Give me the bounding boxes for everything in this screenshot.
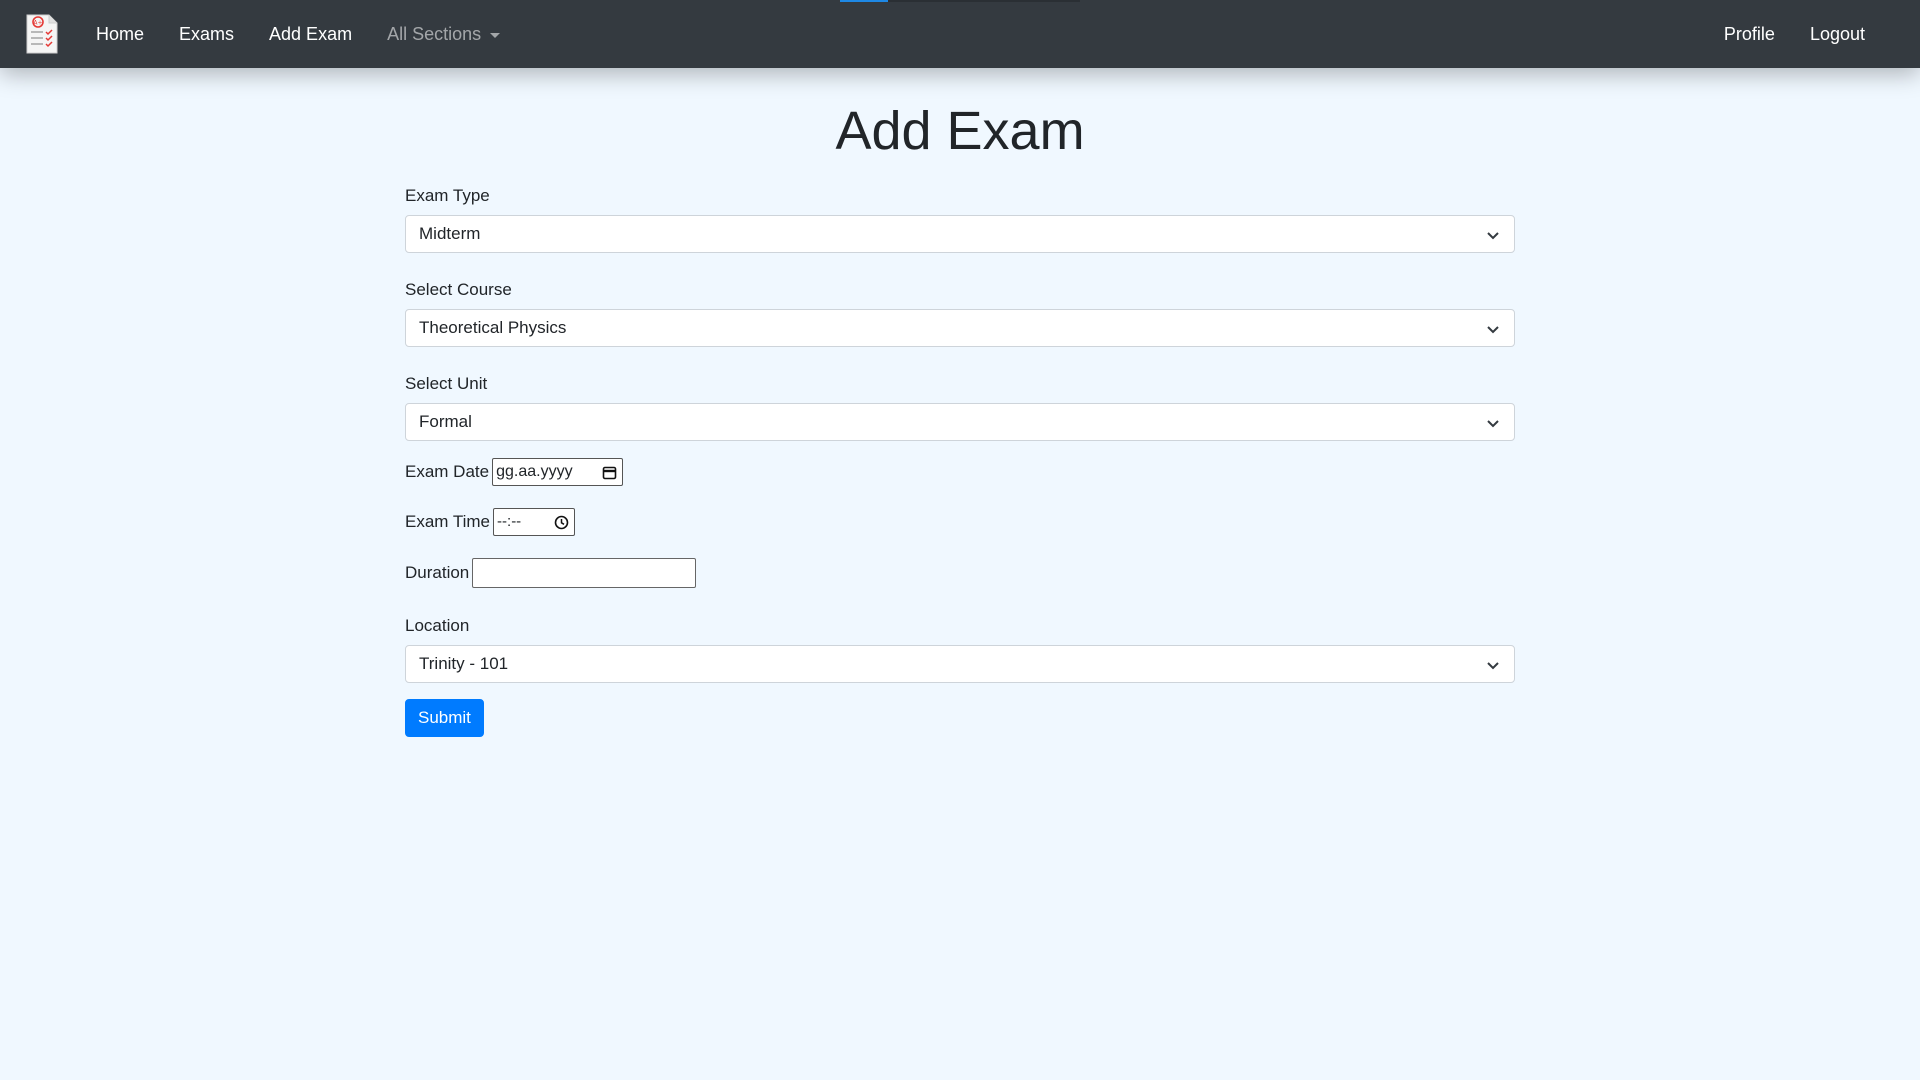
nav-exams-link[interactable]: Exams (179, 24, 234, 45)
nav-right-links: Profile Logout (1689, 0, 1865, 68)
nav-links: Home Exams Add Exam All Sections (96, 0, 535, 68)
nav-all-sections-label: All Sections (387, 23, 482, 44)
submit-button[interactable]: Submit (405, 699, 484, 737)
chevron-down-icon (1487, 232, 1499, 240)
unit-group: Select Unit Formal (405, 374, 1515, 441)
exam-date-label: Exam Date (405, 462, 490, 481)
location-label: Location (405, 616, 470, 635)
nav-home-link[interactable]: Home (96, 24, 144, 45)
exam-checklist-logo-icon[interactable]: A+ (25, 13, 59, 55)
course-select[interactable]: Theoretical Physics (405, 309, 1515, 347)
nav-add-exam-link[interactable]: Add Exam (269, 24, 352, 45)
nav-logout-link[interactable]: Logout (1810, 24, 1865, 45)
svg-text:A+: A+ (33, 20, 42, 27)
exam-type-label: Exam Type (405, 186, 490, 205)
page-load-progress (840, 0, 1080, 2)
nav-profile-link[interactable]: Profile (1724, 24, 1775, 45)
clock-icon[interactable] (554, 515, 569, 530)
chevron-down-icon (1487, 420, 1499, 428)
chevron-down-icon (1487, 662, 1499, 670)
unit-label: Select Unit (405, 374, 488, 393)
location-group: Location Trinity - 101 (405, 616, 1515, 683)
unit-select[interactable]: Formal (405, 403, 1515, 441)
exam-date-placeholder: gg.aa.yyyy (496, 463, 573, 480)
location-value: Trinity - 101 (419, 654, 509, 673)
navbar: A+ Home Exams Add Exam All Sections Prof… (0, 0, 1920, 68)
duration-label: Duration (405, 563, 470, 582)
course-group: Select Course Theoretical Physics (405, 280, 1515, 347)
nav-all-sections-dropdown[interactable]: All Sections (387, 23, 501, 45)
exam-time-row: Exam Time --:-- (405, 508, 1515, 536)
course-value: Theoretical Physics (419, 318, 567, 337)
duration-row: Duration (405, 558, 1515, 588)
caret-down-icon (490, 32, 501, 38)
exam-time-label: Exam Time (405, 512, 491, 531)
page-title: Add Exam (835, 101, 1085, 161)
exam-date-row: Exam Date gg.aa.yyyy (405, 458, 1515, 486)
duration-input[interactable] (472, 558, 697, 588)
location-select[interactable]: Trinity - 101 (405, 645, 1515, 683)
exam-date-input[interactable]: gg.aa.yyyy (492, 458, 624, 486)
exam-type-group: Exam Type Midterm (405, 186, 1515, 253)
exam-type-select[interactable]: Midterm (405, 215, 1515, 253)
add-exam-form: Exam Type Midterm Select Course Theoreti… (405, 186, 1515, 737)
course-label: Select Course (405, 280, 512, 299)
chevron-down-icon (1487, 326, 1499, 334)
unit-value: Formal (419, 412, 472, 431)
exam-time-input[interactable]: --:-- (493, 508, 576, 536)
calendar-icon[interactable] (602, 465, 617, 480)
exam-time-placeholder: --:-- (497, 513, 522, 530)
exam-type-value: Midterm (419, 224, 481, 243)
